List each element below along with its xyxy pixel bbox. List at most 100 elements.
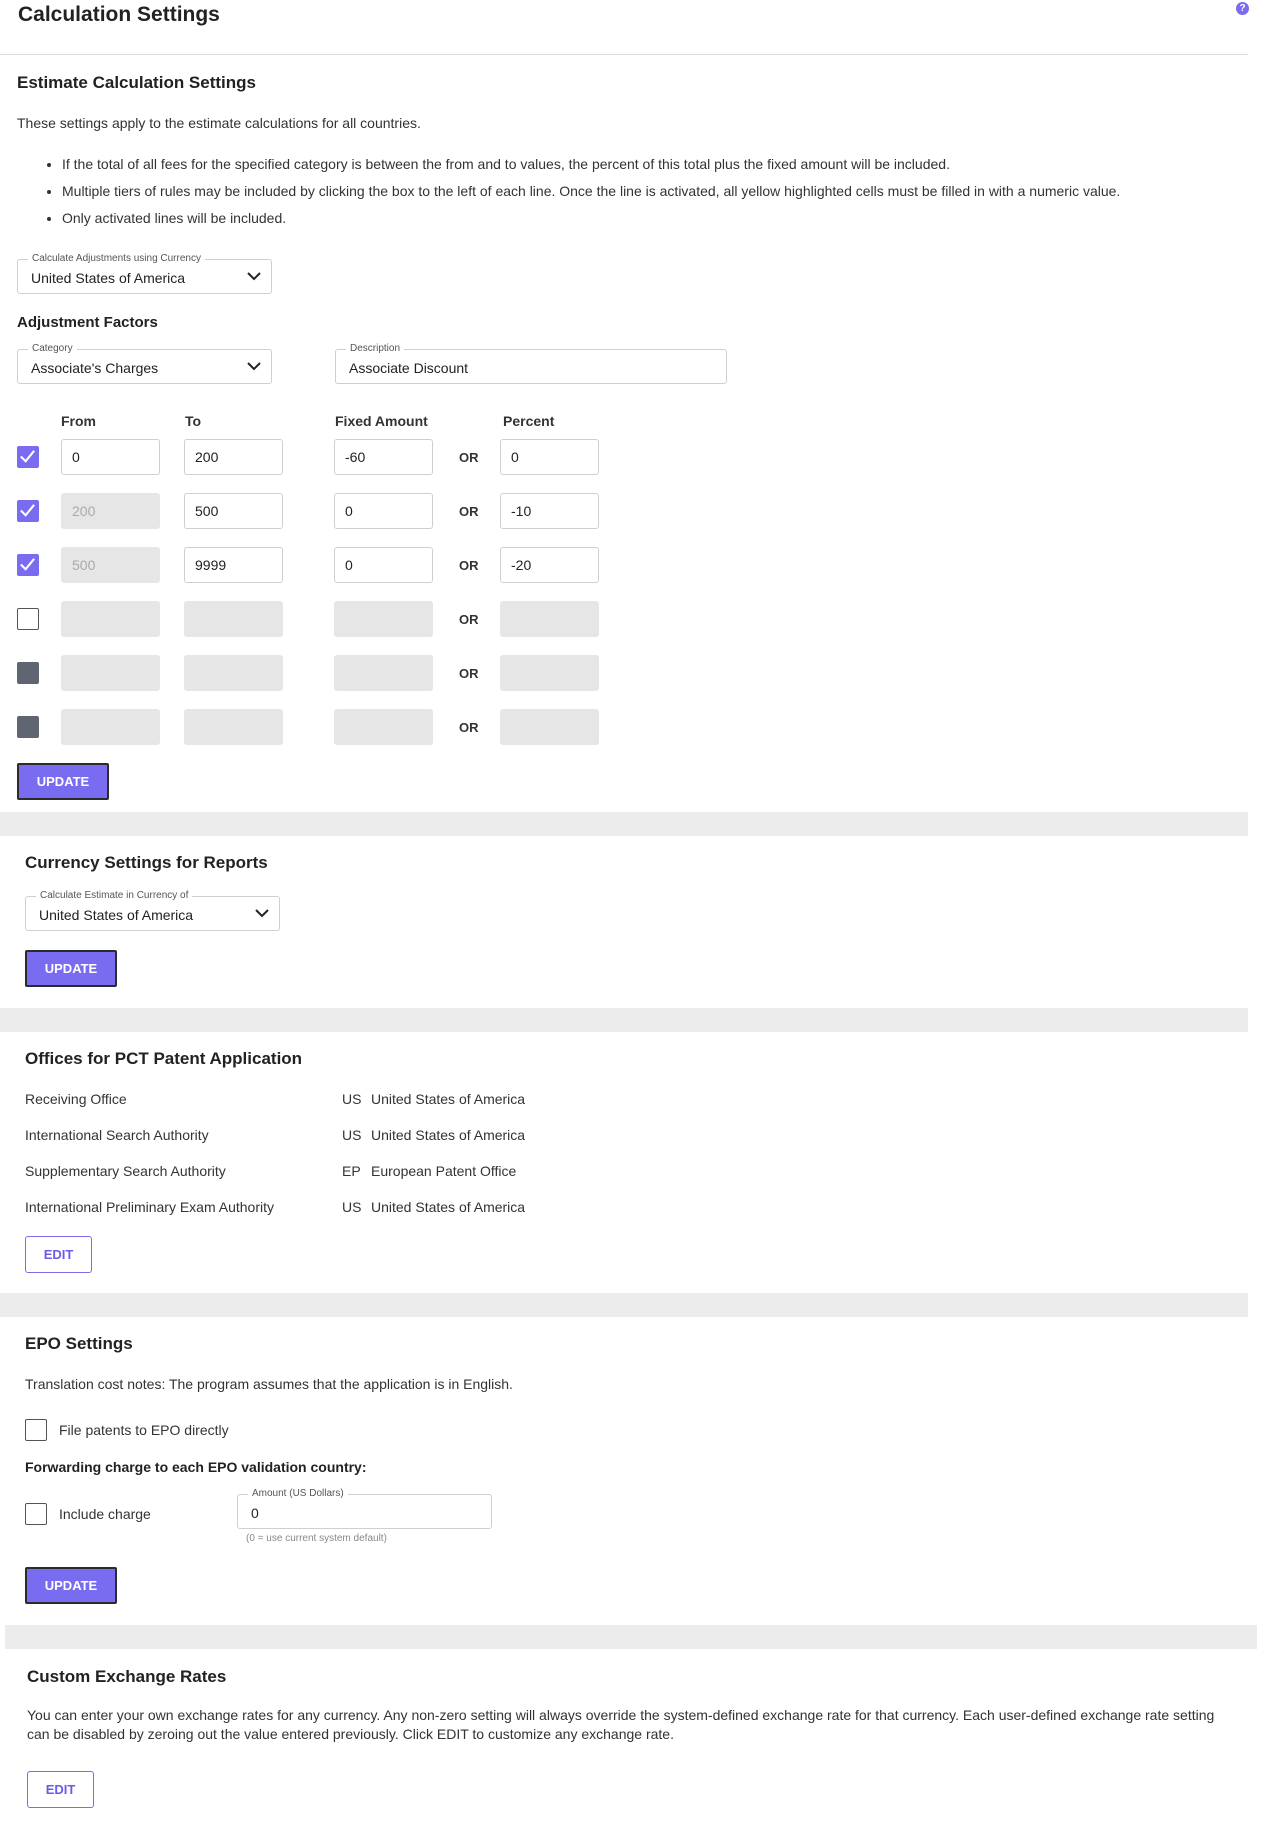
pct-office-name: European Patent Office [371,1163,517,1179]
or-label: OR [459,666,479,681]
tier-row-checkbox[interactable] [17,662,39,684]
or-label: OR [459,720,479,735]
section-divider [0,1293,1248,1317]
tier-fixed-input[interactable] [334,709,433,745]
description-field[interactable]: Description Associate Discount [335,343,727,384]
pct-office-name: United States of America [371,1127,526,1143]
tier-percent-input[interactable]: 0 [500,439,599,475]
estimate-update-button[interactable]: UPDATE [17,763,109,800]
tier-to-input[interactable]: 9999 [184,547,283,583]
file-epo-direct-label: File patents to EPO directly [59,1422,229,1438]
tier-row-checkbox[interactable] [17,446,39,468]
pct-offices-heading: Offices for PCT Patent Application [25,1049,303,1068]
epo-note: Translation cost notes: The program assu… [25,1376,513,1392]
or-label: OR [459,612,479,627]
or-label: OR [459,504,479,519]
pct-office-code: EP [342,1163,361,1179]
tier-row-checkbox[interactable] [17,554,39,576]
pct-office-label: Receiving Office [25,1091,127,1107]
report-currency-select[interactable]: Calculate Estimate in Currency of United… [25,890,280,931]
checkmark-icon [20,504,35,517]
pct-office-label: Supplementary Search Authority [25,1163,226,1179]
include-charge-checkbox[interactable] [25,1503,47,1525]
tier-from-input[interactable]: 0 [61,439,160,475]
tier-from-input[interactable]: 500 [61,547,160,583]
pct-office-name: United States of America [371,1199,526,1215]
tier-from-input[interactable] [61,601,160,637]
chevron-down-icon [247,362,261,371]
estimate-heading: Estimate Calculation Settings [17,73,256,92]
amount-usd-field[interactable]: Amount (US Dollars) 0 [237,1488,492,1529]
checkmark-icon [20,450,35,463]
tier-percent-input[interactable] [500,655,599,691]
tier-to-input[interactable] [184,655,283,691]
tier-row-checkbox[interactable] [17,716,39,738]
tier-from-input[interactable]: 200 [61,493,160,529]
section-divider [0,1008,1248,1032]
tier-row-checkbox[interactable] [17,500,39,522]
help-icon[interactable]: ? [1236,2,1249,15]
description-value: Associate Discount [349,360,469,376]
chevron-down-icon [255,909,269,918]
or-label: OR [459,558,479,573]
header-divider [0,54,1248,55]
checkmark-icon [20,558,35,571]
tier-to-input[interactable]: 500 [184,493,283,529]
estimate-intro: These settings apply to the estimate cal… [17,115,421,131]
description-label: Description [346,343,405,355]
adjustment-currency-value: United States of America [31,270,186,286]
tier-percent-input[interactable] [500,601,599,637]
tier-fixed-input[interactable]: -60 [334,439,433,475]
column-header-percent: Percent [503,413,555,429]
section-divider [0,812,1248,836]
adjustment-currency-select[interactable]: Calculate Adjustments using Currency Uni… [17,253,272,294]
tier-from-input[interactable] [61,709,160,745]
pct-office-label: International Preliminary Exam Authority [25,1199,274,1215]
pct-office-code: US [342,1127,362,1143]
currency-reports-update-button[interactable]: UPDATE [25,950,117,987]
tier-percent-input[interactable] [500,709,599,745]
column-header-from: From [61,413,96,429]
bullet-item: Multiple tiers of rules may be included … [62,181,1237,208]
epo-update-button[interactable]: UPDATE [25,1567,117,1604]
tier-to-input[interactable]: 200 [184,439,283,475]
tier-fixed-input[interactable] [334,655,433,691]
pct-offices-edit-button[interactable]: EDIT [25,1236,92,1273]
chevron-down-icon [247,272,261,281]
amount-usd-label: Amount (US Dollars) [248,1488,348,1500]
tier-to-input[interactable] [184,601,283,637]
category-label: Category [28,343,77,355]
category-value: Associate's Charges [31,360,159,376]
exchange-heading: Custom Exchange Rates [27,1667,227,1686]
page-title: Calculation Settings [18,3,220,26]
epo-heading: EPO Settings [25,1334,133,1353]
forwarding-charge-heading: Forwarding charge to each EPO validation… [25,1459,367,1475]
pct-office-code: US [342,1091,362,1107]
or-label: OR [459,450,479,465]
column-header-to: To [185,413,202,429]
estimate-bullets: If the total of all fees for the specifi… [17,154,1237,235]
adjustment-factors-heading: Adjustment Factors [17,314,158,331]
tier-fixed-input[interactable] [334,601,433,637]
amount-usd-value: 0 [251,1505,259,1521]
tier-percent-input[interactable]: -10 [500,493,599,529]
tier-row-checkbox[interactable] [17,608,39,630]
currency-reports-heading: Currency Settings for Reports [25,853,268,872]
pct-office-label: International Search Authority [25,1127,209,1143]
exchange-edit-button[interactable]: EDIT [27,1771,94,1808]
category-select[interactable]: Category Associate's Charges [17,343,272,384]
tier-percent-input[interactable]: -20 [500,547,599,583]
adjustment-currency-label: Calculate Adjustments using Currency [28,253,205,265]
column-header-fixed-amount: Fixed Amount [335,413,428,429]
tier-from-input[interactable] [61,655,160,691]
section-divider [5,1625,1257,1649]
pct-office-code: US [342,1199,362,1215]
pct-office-name: United States of America [371,1091,526,1107]
amount-hint: (0 = use current system default) [246,1533,387,1544]
report-currency-label: Calculate Estimate in Currency of [36,890,193,902]
file-epo-direct-checkbox[interactable] [25,1419,47,1441]
bullet-item: Only activated lines will be included. [62,208,1237,235]
tier-to-input[interactable] [184,709,283,745]
tier-fixed-input[interactable]: 0 [334,547,433,583]
tier-fixed-input[interactable]: 0 [334,493,433,529]
